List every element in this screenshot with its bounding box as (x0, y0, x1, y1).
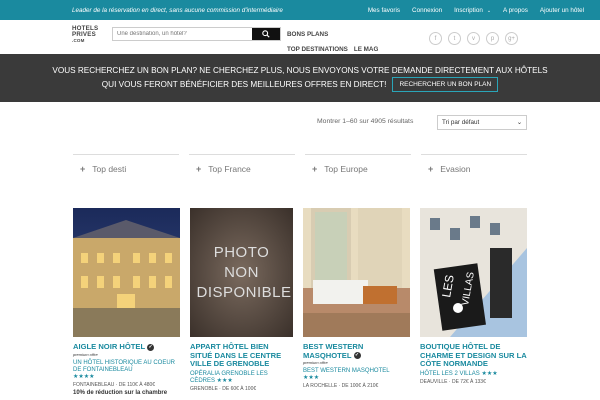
signup-link[interactable]: Inscription ⌄ (448, 7, 497, 14)
vimeo-icon[interactable]: v (467, 32, 480, 45)
category-top-europe[interactable]: + Top Europe (305, 154, 411, 182)
hotel-photo[interactable] (73, 208, 180, 337)
hotel-card[interactable]: BEST WESTERN MASQHOTEL ✓ premium offre B… (303, 208, 410, 397)
category-label: Top Europe (324, 163, 368, 174)
hotel-subtitle: HÔTEL LES 2 VILLAS ★★★ (420, 370, 498, 377)
hotel-name: AIGLE NOIR HÔTEL (73, 342, 146, 351)
plus-icon: + (196, 163, 202, 174)
premium-tag: premium offre (73, 351, 98, 357)
sort-select[interactable]: Tri par défaut ⌄ (437, 115, 527, 130)
hotel-location-price: GRENOBLE · DE 60€ À 100€ (190, 385, 257, 392)
login-link[interactable]: Connexion (406, 7, 448, 14)
hotel-photo[interactable] (303, 208, 410, 337)
add-hotel-link[interactable]: Ajouter un hôtel (534, 7, 590, 14)
category-evasion[interactable]: + Evasion (421, 154, 527, 182)
main-nav: BONS PLANS TOP DESTINATIONS LE MAG (287, 27, 384, 57)
search-button[interactable] (252, 28, 280, 40)
category-top-france[interactable]: + Top France (189, 154, 295, 182)
hotel-card[interactable]: PHOTO NON DISPONIBLE APPART HÔTEL BIEN S… (190, 208, 293, 397)
category-label: Top France (208, 163, 251, 174)
twitter-icon[interactable]: t (448, 32, 461, 45)
search-icon (262, 30, 270, 38)
hotel-subtitle: OPÉRALIA GRENOBLE LES CÈDRES ★★★ (190, 370, 268, 384)
hotel-photo[interactable]: LES VILLAS (420, 208, 527, 337)
favorites-link[interactable]: Mes favoris (362, 7, 406, 14)
hotel-title[interactable]: AIGLE NOIR HÔTEL ✓ (73, 342, 180, 352)
hotel-subtitle: UN HÔTEL HISTORIQUE AU COEUR DE FONTAINE… (73, 359, 176, 373)
star-rating: ★★★ (303, 375, 320, 381)
chevron-down-icon: ⌄ (486, 7, 492, 14)
signup-label: Inscription (454, 6, 483, 14)
sort-value: Tri par défaut (442, 119, 480, 126)
facebook-icon[interactable]: f (429, 32, 442, 45)
promo-banner: VOUS RECHERCHEZ UN BON PLAN? NE CHERCHEZ… (0, 54, 600, 102)
hotel-card[interactable]: LES VILLAS BOUTIQUE HÔTEL DE CHARME ET D… (420, 208, 527, 397)
hotel-title[interactable]: BEST WESTERN MASQHOTEL ✓ (303, 342, 410, 360)
category-label: Top desti (92, 163, 127, 174)
nav-le-mag[interactable]: LE MAG (354, 46, 379, 53)
banner-line-1: VOUS RECHERCHEZ UN BON PLAN? NE CHERCHEZ… (52, 66, 548, 75)
hotel-photo-placeholder[interactable]: PHOTO NON DISPONIBLE (190, 208, 293, 337)
hotel-promo: 10% de réduction sur la chambre (73, 389, 168, 396)
hotel-location-price: LA ROCHELLE · DE 100€ À 210€ (303, 383, 379, 389)
nav-top-destinations[interactable]: TOP DESTINATIONS (287, 46, 348, 53)
hotel-title[interactable]: APPART HÔTEL BIEN SITUÉ DANS LE CENTRE V… (190, 342, 293, 369)
logo[interactable]: HOTELS PRIVES .COM (72, 25, 106, 45)
pinterest-icon[interactable]: p (486, 32, 499, 45)
plus-icon: + (428, 163, 434, 174)
google-plus-icon[interactable]: g+ (505, 32, 518, 45)
category-tabs: + Top desti + Top France + Top Europe + Evas… (73, 154, 527, 182)
about-link[interactable]: A propos (497, 7, 534, 14)
results-count: Montrer 1–60 sur 4905 résultats (317, 118, 414, 125)
plus-icon: + (80, 163, 86, 174)
tagline: Leader de la réservation en direct, sans… (72, 6, 283, 14)
banner-line-2: QUI VOUS FERONT BÉNÉFICIER DES MEILLEURE… (101, 79, 387, 89)
chevron-down-icon: ⌄ (516, 119, 522, 126)
search-deal-button[interactable]: RECHERCHER UN BON PLAN (392, 77, 499, 92)
logo-line-3: .COM (72, 38, 85, 44)
star-rating: ★★★★ (73, 373, 95, 380)
hotel-location-price: DEAUVILLE · DE 72€ À 133€ (420, 378, 486, 385)
search-bar (112, 27, 281, 41)
check-icon: ✓ (353, 352, 361, 359)
hotel-subtitle: BEST WESTERN MASQHOTEL (303, 368, 390, 374)
social-links: f t v p g+ (429, 32, 518, 45)
hotel-card[interactable]: AIGLE NOIR HÔTEL ✓ premium offre UN HÔTE… (73, 208, 180, 397)
check-icon: ✓ (147, 343, 155, 351)
search-input[interactable] (113, 28, 252, 40)
hotel-cards: AIGLE NOIR HÔTEL ✓ premium offre UN HÔTE… (73, 208, 527, 397)
category-label: Evasion (440, 163, 471, 174)
hotel-location-price: FONTAINEBLEAU · DE 110€ À 480€ (73, 381, 156, 388)
premium-tag: premium offre (303, 360, 328, 365)
plus-icon: + (312, 163, 318, 174)
photo-unavailable-text: PHOTO NON DISPONIBLE (196, 243, 292, 301)
top-bar: Leader de la réservation en direct, sans… (0, 0, 600, 20)
top-nav: Mes favoris Connexion Inscription ⌄ A pro… (362, 7, 590, 14)
category-top-desti[interactable]: + Top desti (73, 154, 179, 182)
nav-bons-plans[interactable]: BONS PLANS (287, 27, 384, 42)
hotel-title[interactable]: BOUTIQUE HÔTEL DE CHARME ET DESIGN SUR L… (420, 342, 527, 369)
